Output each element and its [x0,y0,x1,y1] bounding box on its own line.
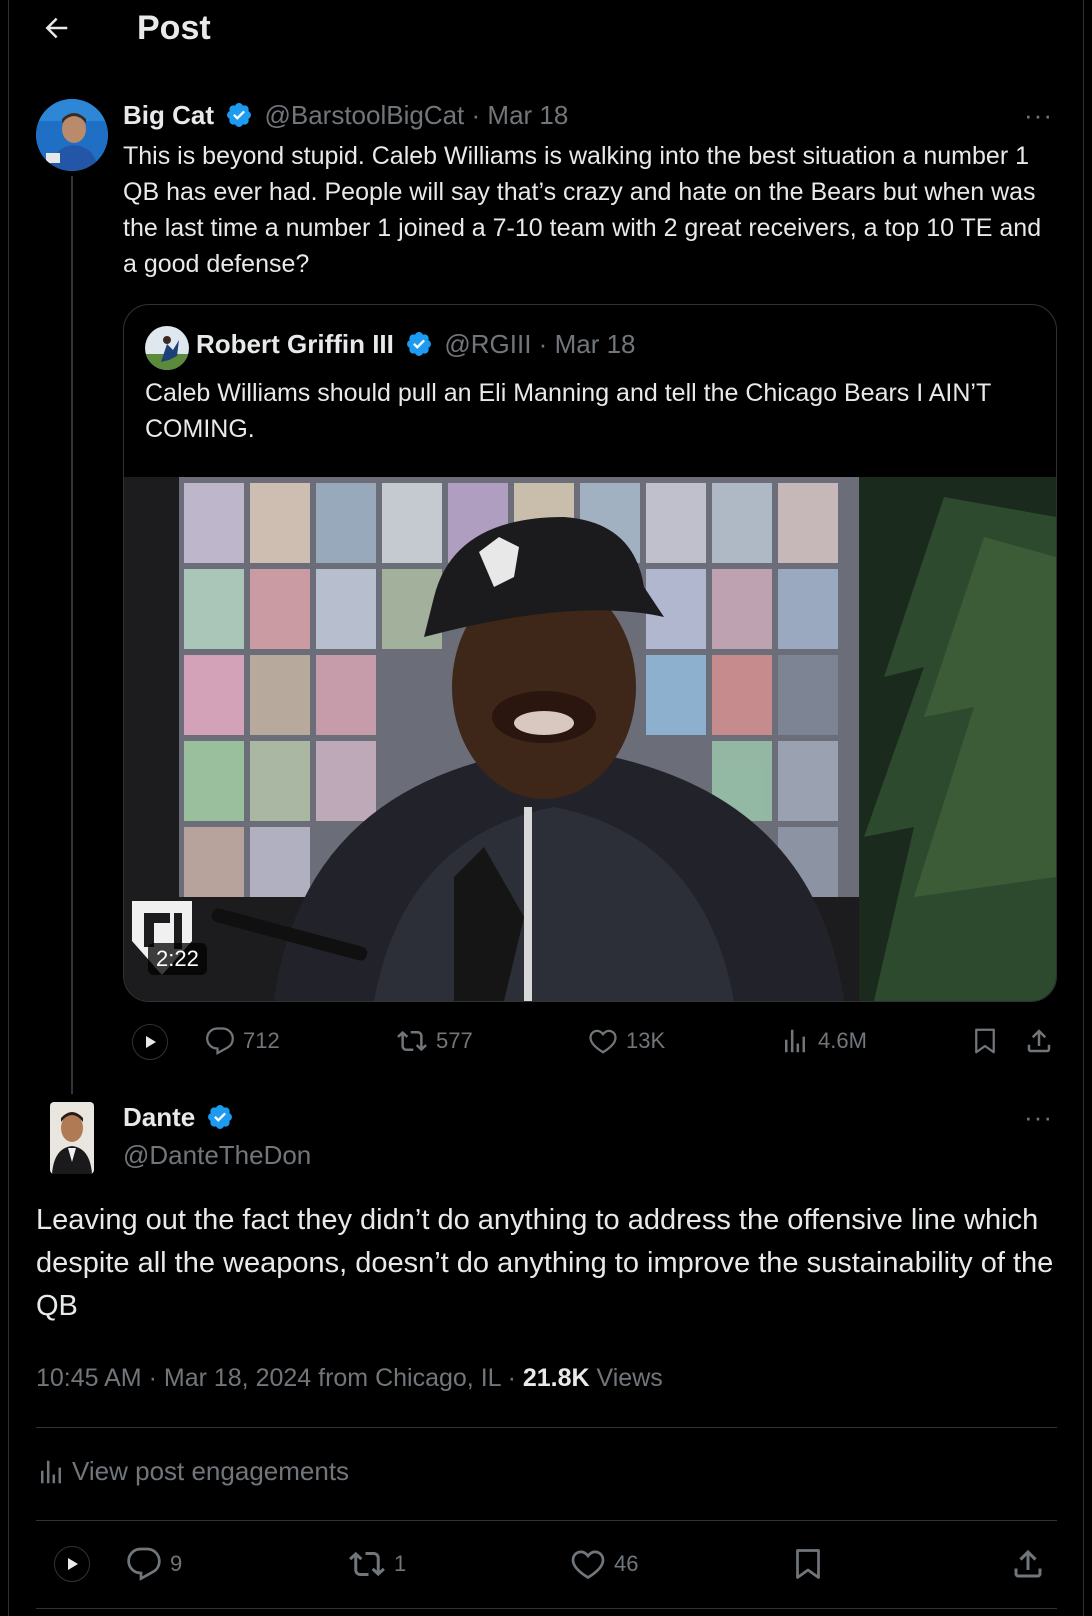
reply-icon [206,1027,234,1056]
reply-count: 712 [243,1028,280,1053]
view-engagements-label: View post engagements [72,1456,350,1486]
reply-button[interactable]: 9 [126,1546,182,1582]
play-button[interactable] [132,1024,168,1060]
reply-avatar[interactable] [50,1102,94,1174]
repost-button[interactable]: 1 [348,1546,406,1582]
post-meta: 10:45 AM · Mar 18, 2024 from Chicago, IL… [36,1361,663,1395]
share-icon [1027,1029,1051,1053]
divider [36,1520,1057,1521]
reply-count: 9 [170,1551,183,1576]
verified-badge-icon [407,332,432,357]
thread-line [71,176,73,1094]
heart-icon [571,1550,605,1580]
video-thumbnail [124,477,1056,1001]
views-total: 21.8K [522,1364,590,1392]
divider [36,1608,1057,1609]
avatar-image [50,1102,94,1174]
video-duration: 2:22 [148,943,207,975]
like-button[interactable]: 46 [570,1546,638,1582]
repost-icon [349,1551,385,1577]
video-player[interactable]: 2:22 [124,477,1056,1001]
avatar-image [36,99,108,171]
bookmark-icon [975,1028,995,1054]
quoted-post[interactable]: Robert Griffin III @RGIII · Mar 18 Caleb… [123,304,1057,1002]
avatar[interactable] [36,99,108,171]
reply-author-handle[interactable]: @DanteTheDon [123,1138,311,1172]
more-options-button[interactable]: ··· [1024,1102,1053,1133]
heart-icon [589,1029,617,1054]
author-name[interactable]: Big Cat [123,100,214,130]
arrow-left-icon [45,17,68,39]
play-icon [68,1558,78,1570]
repost-button[interactable]: 577 [396,1026,473,1056]
repost-count: 1 [394,1551,407,1576]
post-date[interactable]: Mar 18 [487,100,568,130]
play-button[interactable] [54,1546,90,1582]
reply-author: Dante [123,1100,238,1135]
separator: · [507,1364,516,1392]
repost-count: 577 [436,1028,473,1053]
separator: · [471,100,481,130]
separator: · [148,1364,157,1392]
author-handle[interactable]: @BarstoolBigCat [264,100,464,130]
quote-date[interactable]: Mar 18 [555,329,636,359]
views-count: 4.6M [818,1028,867,1053]
views-button[interactable]: 4.6M [780,1026,867,1056]
more-options-button[interactable]: ··· [1024,100,1053,131]
avatar-image [145,326,189,370]
like-button[interactable]: 13K [588,1026,665,1056]
verified-badge-icon [208,1105,233,1130]
quote-author-name[interactable]: Robert Griffin III [196,329,394,359]
quote-avatar[interactable] [145,326,189,370]
quote-text: Caleb Williams should pull an Eli Mannin… [145,379,991,443]
tweet-text: This is beyond stupid. Caleb Williams is… [123,142,1042,278]
quote-author-handle[interactable]: @RGIII [444,329,531,359]
tweet-header: Big Cat @BarstoolBigCat · Mar 18 [123,98,568,133]
divider [36,1427,1057,1428]
reply-button[interactable]: 712 [205,1026,280,1056]
bookmark-button[interactable] [790,1546,826,1587]
verified-badge-icon [227,103,252,128]
separator: · [538,329,548,359]
reply-author-name[interactable]: Dante [123,1102,195,1132]
back-button[interactable] [36,8,76,48]
quote-header: Robert Griffin III @RGIII · Mar 18 [196,327,636,362]
reply-text: Leaving out the fact they didn’t do anyt… [36,1204,1054,1322]
post-date-location: Mar 18, 2024 from Chicago, IL [163,1364,501,1392]
bookmark-button[interactable] [970,1026,1000,1061]
page-title: Post [137,9,211,47]
share-button[interactable] [1024,1026,1054,1061]
share-icon [1014,1549,1042,1578]
analytics-icon [785,1029,805,1053]
post-time[interactable]: 10:45 AM [36,1364,142,1392]
share-button[interactable] [1010,1546,1046,1587]
views-label: Views [596,1364,663,1392]
like-count: 46 [614,1551,639,1576]
reply-icon [127,1547,161,1581]
bookmark-icon [796,1549,820,1579]
analytics-icon [41,1460,61,1483]
repost-icon [397,1030,427,1052]
view-engagements-link[interactable]: View post engagements [36,1456,349,1487]
play-icon [146,1036,156,1048]
like-count: 13K [626,1028,666,1053]
